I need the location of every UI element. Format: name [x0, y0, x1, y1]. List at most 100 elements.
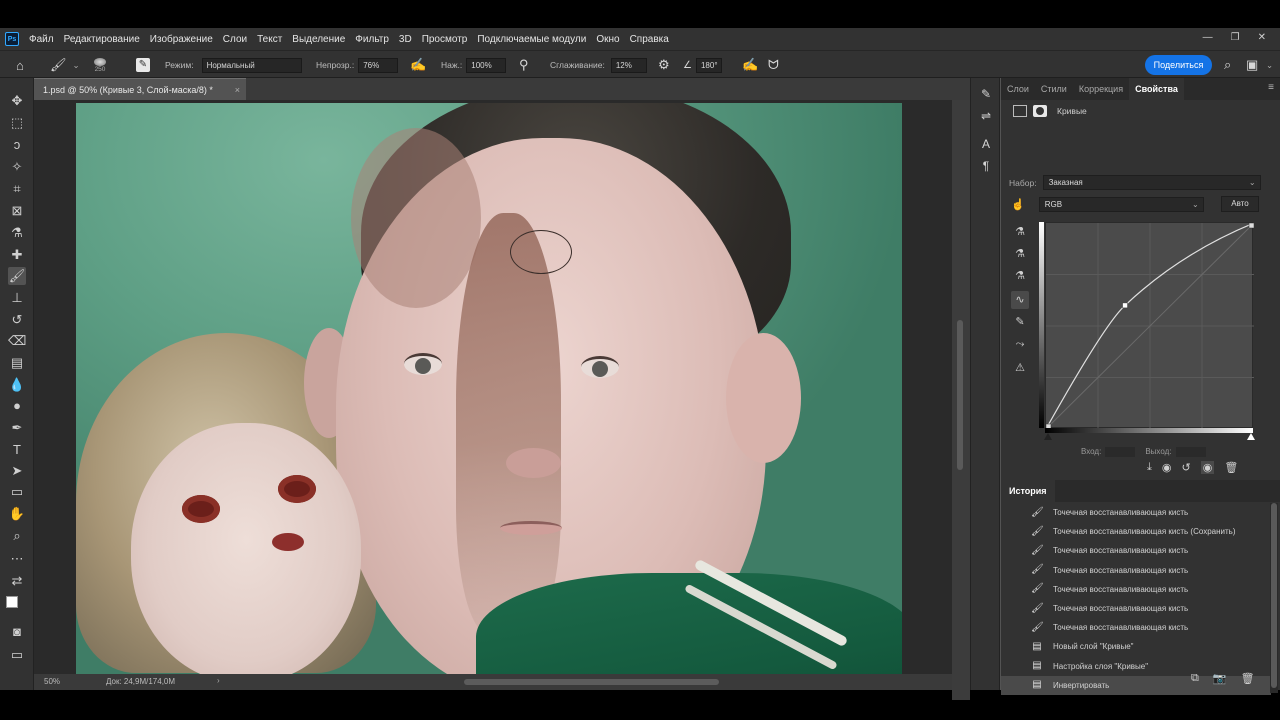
menu-layers[interactable]: Слои	[223, 34, 247, 45]
history-snapshot-source-checkbox[interactable]	[1007, 509, 1015, 517]
airbrush-icon[interactable]: ⚲	[519, 51, 529, 79]
angle-field[interactable]: 180°	[695, 57, 722, 73]
quick-mask-icon[interactable]: ◙	[8, 623, 26, 641]
new-document-from-state-icon[interactable]: ⧉	[1191, 672, 1199, 685]
snapshot-camera-icon[interactable]: 📷	[1213, 672, 1227, 685]
brush-tool-preset-icon[interactable]: 🖌 ⌄	[50, 51, 80, 79]
draw-curve-pencil-icon[interactable]: ✎	[1011, 313, 1029, 331]
lasso-tool-icon[interactable]: ↄ	[8, 136, 26, 154]
menu-select[interactable]: Выделение	[292, 34, 345, 45]
reset-adjustment-icon[interactable]: ↺	[1181, 461, 1190, 474]
workspace-icon[interactable]: ▣	[1246, 51, 1258, 79]
path-selection-tool-icon[interactable]: ➤	[8, 462, 26, 480]
pressure-size-icon[interactable]: ✍	[742, 51, 758, 79]
white-point-slider[interactable]	[1247, 433, 1255, 440]
brush-settings-icon[interactable]: ✎	[136, 51, 150, 79]
sample-black-point-icon[interactable]: ⚗	[1011, 223, 1029, 241]
edit-points-icon[interactable]: ∿	[1011, 291, 1029, 309]
menu-filter[interactable]: Фильтр	[355, 34, 389, 45]
home-icon[interactable]: ⌂	[16, 51, 24, 79]
history-snapshot-source-checkbox[interactable]	[1007, 662, 1015, 670]
canvas-horizontal-scrollbar[interactable]	[234, 674, 946, 690]
curves-adjustment-icon[interactable]	[1013, 105, 1027, 117]
auto-button[interactable]: Авто	[1221, 196, 1259, 212]
foreground-color-swatch[interactable]	[6, 596, 18, 608]
marquee-tool-icon[interactable]: ⬚	[8, 114, 26, 132]
photo-canvas[interactable]	[76, 103, 902, 674]
opacity-field[interactable]: 76%	[358, 57, 399, 73]
pressure-opacity-icon[interactable]: ✍	[410, 51, 426, 79]
share-button[interactable]: Поделиться	[1145, 55, 1212, 75]
document-tab[interactable]: 1.psd @ 50% (Кривые 3, Слой-маска/8) * ×	[34, 78, 246, 100]
brush-settings-panel-icon[interactable]: ✎	[978, 86, 994, 102]
pressure-field[interactable]: 100%	[466, 57, 507, 73]
history-snapshot-source-checkbox[interactable]	[1007, 681, 1015, 689]
crop-tool-icon[interactable]: ⌗	[8, 180, 26, 198]
menu-help[interactable]: Справка	[630, 34, 669, 45]
blur-tool-icon[interactable]: 💧	[8, 376, 26, 394]
menu-type[interactable]: Текст	[257, 34, 282, 45]
smooth-curve-icon[interactable]: ⤳	[1011, 335, 1029, 353]
history-item[interactable]: 🖌 Точечная восстанавливающая кисть	[1001, 599, 1271, 618]
tab-adjustments[interactable]: Коррекция	[1073, 78, 1129, 100]
history-snapshot-source-checkbox[interactable]	[1007, 585, 1015, 593]
gradient-tool-icon[interactable]: ▤	[8, 354, 26, 372]
smoothing-field[interactable]: 12%	[610, 57, 647, 73]
frame-tool-icon[interactable]: ⊠	[8, 202, 26, 220]
layer-mask-icon[interactable]	[1033, 105, 1047, 117]
curve-svg[interactable]	[1045, 222, 1255, 430]
toggle-visibility-eye-icon[interactable]: ◉	[1200, 461, 1215, 474]
brush-size-picker[interactable]: 250	[94, 51, 106, 79]
pen-tool-icon[interactable]: ✒	[8, 419, 26, 437]
tab-styles[interactable]: Стили	[1035, 78, 1073, 100]
canvas-area[interactable]	[34, 100, 952, 674]
hand-tool-icon[interactable]: ✋	[8, 505, 26, 523]
history-snapshot-source-checkbox[interactable]	[1007, 643, 1015, 651]
scrollbar-thumb[interactable]	[957, 320, 963, 470]
canvas-vertical-scrollbar[interactable]	[952, 100, 970, 700]
history-brush-tool-icon[interactable]: ↺	[8, 311, 26, 329]
panel-menu-icon[interactable]: ≡	[1268, 82, 1274, 93]
status-menu-arrow[interactable]: ›	[217, 676, 220, 685]
menu-image[interactable]: Изображение	[150, 34, 213, 45]
curve-graph[interactable]	[1045, 222, 1255, 430]
eyedropper-tool-icon[interactable]: ⚗	[8, 224, 26, 242]
eraser-tool-icon[interactable]: ⌫	[8, 332, 26, 350]
paragraph-panel-icon[interactable]: ¶	[978, 158, 994, 174]
history-item[interactable]: 🖌 Точечная восстанавливающая кисть (Сохра…	[1001, 522, 1271, 541]
black-point-slider[interactable]	[1044, 433, 1052, 440]
clip-to-layer-icon[interactable]: ⤓	[1147, 461, 1152, 474]
character-panel-icon[interactable]: A	[978, 136, 994, 152]
delete-state-icon[interactable]: 🗑	[1241, 672, 1255, 685]
menu-window[interactable]: Окно	[596, 34, 619, 45]
default-colors-icon[interactable]: ⇄	[8, 572, 26, 590]
tab-history[interactable]: История	[1001, 480, 1055, 502]
history-item[interactable]: 🖌 Точечная восстанавливающая кисть	[1001, 503, 1271, 522]
workspace-chevron-icon[interactable]: ⌄	[1266, 51, 1273, 79]
menu-edit[interactable]: Редактирование	[64, 34, 140, 45]
input-field[interactable]	[1105, 447, 1136, 457]
menu-plugins[interactable]: Подключаемые модули	[477, 34, 586, 45]
adjustments-panel-icon[interactable]: ⇌	[978, 108, 994, 124]
close-window-button[interactable]: ✕	[1258, 32, 1266, 43]
sample-white-point-icon[interactable]: ⚗	[1011, 267, 1029, 285]
clipping-warning-icon[interactable]: ⚠	[1011, 359, 1029, 377]
close-tab-icon[interactable]: ×	[235, 79, 240, 101]
rectangle-tool-icon[interactable]: ▭	[8, 483, 26, 501]
search-icon[interactable]: ⌕	[1224, 51, 1231, 79]
preset-dropdown[interactable]: Заказная ⌄	[1042, 175, 1261, 190]
restore-button[interactable]: ❐	[1231, 32, 1240, 43]
menu-file[interactable]: Файл	[29, 34, 54, 45]
quick-selection-tool-icon[interactable]: ✧	[8, 158, 26, 176]
curve-control-point[interactable]	[1248, 222, 1255, 229]
menu-3d[interactable]: 3D	[399, 34, 412, 45]
target-adjustment-icon[interactable]: ☝	[1011, 198, 1025, 211]
output-field[interactable]	[1175, 447, 1206, 457]
history-snapshot-source-checkbox[interactable]	[1007, 566, 1015, 574]
channel-dropdown[interactable]: RGB ⌄	[1038, 197, 1204, 212]
brush-tool-icon[interactable]: 🖌	[8, 267, 26, 285]
history-snapshot-source-checkbox[interactable]	[1007, 528, 1015, 536]
dodge-tool-icon[interactable]: ●	[8, 397, 26, 415]
mode-dropdown[interactable]: Нормальный	[201, 57, 302, 73]
history-item[interactable]: 🖌 Точечная восстанавливающая кисть	[1001, 580, 1271, 599]
